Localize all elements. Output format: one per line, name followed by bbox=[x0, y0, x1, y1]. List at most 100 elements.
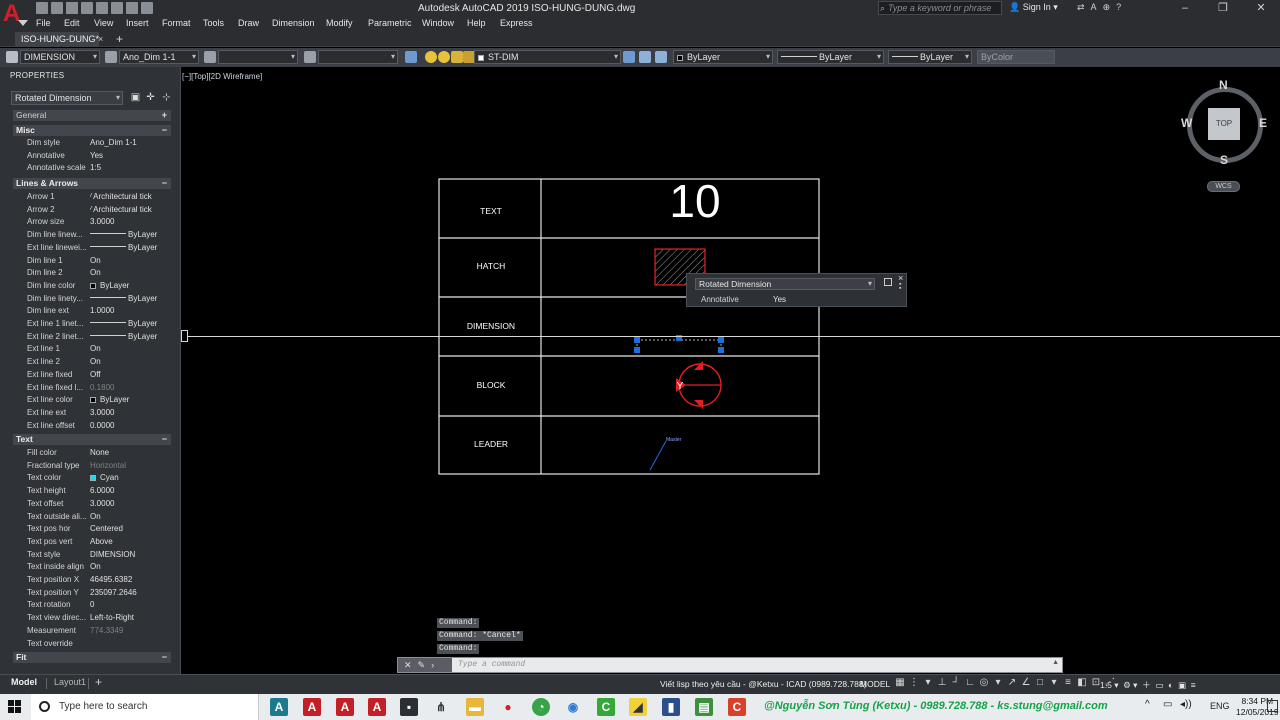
layer-state-icon[interactable] bbox=[655, 51, 667, 63]
property-value[interactable]: 3.0000 bbox=[90, 407, 174, 419]
property-row[interactable]: Dim style Ano_Dim 1-1 bbox=[27, 137, 173, 149]
property-row[interactable]: Text position Y 235097.2646 bbox=[27, 587, 173, 599]
table-style-select[interactable]: ▾ bbox=[218, 50, 298, 64]
property-row[interactable]: Ext line offset 0.0000 bbox=[27, 420, 173, 432]
dropdown-icon[interactable]: ▾ bbox=[1048, 676, 1060, 689]
app-autocad-lt-icon[interactable]: A bbox=[270, 698, 288, 716]
property-row[interactable]: Ext line fixed l... 0.1800 bbox=[27, 382, 173, 394]
property-value[interactable]: 1:5 bbox=[90, 162, 174, 174]
dim-style-icon[interactable] bbox=[105, 51, 117, 63]
dropdown-icon[interactable]: ▾ bbox=[992, 676, 1004, 689]
compass-west[interactable]: W bbox=[1181, 116, 1192, 130]
property-value[interactable]: 0.1800 bbox=[90, 382, 174, 394]
expand-up-icon[interactable]: ▲ bbox=[1052, 659, 1059, 666]
close-icon[interactable]: ✕ bbox=[404, 660, 418, 670]
property-row[interactable]: Dim line linety... ByLayer bbox=[27, 293, 173, 305]
sign-in-button[interactable]: 👤 Sign In ▾ bbox=[1009, 2, 1058, 13]
file-tab-iso-hung-dung[interactable]: ISO-HUNG-DUNG* bbox=[15, 32, 99, 47]
exchange-icon[interactable]: ⇄ bbox=[1077, 2, 1091, 12]
app-icon[interactable]: C bbox=[728, 698, 746, 716]
color-select[interactable]: ByLayer ▾ bbox=[673, 50, 773, 64]
property-row[interactable]: Ext line ext 3.0000 bbox=[27, 407, 173, 419]
property-row[interactable]: Measurement 774.3349 bbox=[27, 625, 173, 637]
property-value[interactable]: On bbox=[90, 561, 174, 573]
section-text[interactable]: Text − bbox=[13, 434, 171, 445]
tab-layout1[interactable]: Layout1 bbox=[54, 677, 86, 687]
minimize-icon[interactable]: – bbox=[1166, 0, 1204, 17]
property-value[interactable]: Off bbox=[90, 369, 174, 381]
property-row[interactable]: Dim line linew... ByLayer bbox=[27, 229, 173, 241]
property-value[interactable]: On bbox=[90, 356, 174, 368]
object-type-select[interactable]: Rotated Dimension ▾ bbox=[11, 91, 123, 105]
model-space-button[interactable]: MODEL bbox=[860, 679, 890, 689]
property-value[interactable]: 0.0000 bbox=[90, 420, 174, 432]
chrome-icon[interactable]: ◉ bbox=[564, 698, 582, 716]
property-value[interactable]: ByLayer bbox=[90, 242, 174, 254]
taskbar-search-box[interactable]: Type here to search 🎙 bbox=[31, 694, 287, 720]
app-icon[interactable]: ▮ bbox=[662, 698, 680, 716]
property-value[interactable]: ByLayer bbox=[90, 280, 174, 292]
property-value[interactable]: 46495.6382 bbox=[90, 574, 174, 586]
property-value[interactable]: DIMENSION bbox=[90, 549, 174, 561]
property-row[interactable]: Ext line 1 linet... ByLayer bbox=[27, 318, 173, 330]
grip-handle[interactable] bbox=[634, 337, 640, 343]
property-value[interactable]: On bbox=[90, 511, 174, 523]
windows-start-icon[interactable] bbox=[8, 700, 22, 714]
layer-properties-icon[interactable] bbox=[405, 51, 417, 63]
property-row[interactable]: Ext line color ByLayer bbox=[27, 394, 173, 406]
app-icon[interactable]: ⋔ bbox=[432, 698, 450, 716]
menu-edit[interactable]: Edit bbox=[64, 17, 80, 29]
property-value[interactable]: 1.0000 bbox=[90, 305, 174, 317]
undo-icon[interactable] bbox=[111, 2, 123, 14]
property-row[interactable]: Ext line 2 On bbox=[27, 356, 173, 368]
property-value[interactable]: None bbox=[90, 447, 174, 459]
select-objects-icon[interactable]: ✛ bbox=[145, 92, 156, 103]
tab-model[interactable]: Model bbox=[11, 677, 37, 687]
recent-commands-icon[interactable]: › bbox=[431, 660, 440, 670]
section-fit[interactable]: Fit − bbox=[13, 652, 171, 663]
menu-help[interactable]: Help bbox=[467, 17, 486, 29]
property-row[interactable]: Text color Cyan bbox=[27, 472, 173, 484]
menu-parametric[interactable]: Parametric bbox=[368, 17, 412, 29]
app-icon[interactable]: ▤ bbox=[695, 698, 713, 716]
dim-style-select[interactable]: Ano_Dim 1-1 ▾ bbox=[119, 50, 199, 64]
property-row[interactable]: Arrow 1 ⁄ Architectural tick bbox=[27, 191, 173, 203]
app-icon[interactable]: ◔ bbox=[532, 698, 550, 716]
help-search-input[interactable]: ⌕ Type a keyword or phrase bbox=[878, 1, 1002, 15]
table-style-icon[interactable] bbox=[204, 51, 216, 63]
grid-icon[interactable]: ▦ bbox=[894, 676, 906, 689]
menu-insert[interactable]: Insert bbox=[126, 17, 149, 29]
property-value[interactable]: Centered bbox=[90, 523, 174, 535]
layer-previous-icon[interactable] bbox=[639, 51, 651, 63]
property-row[interactable]: Annotative Yes bbox=[27, 150, 173, 162]
property-row[interactable]: Text style DIMENSION bbox=[27, 549, 173, 561]
compass-east[interactable]: E bbox=[1259, 116, 1267, 130]
snap-icon[interactable]: ⋮ bbox=[908, 676, 920, 689]
sticky-notes-icon[interactable]: ◢ bbox=[629, 698, 647, 716]
lineweight-select[interactable]: ByLayer ▾ bbox=[888, 50, 972, 64]
property-row[interactable]: Dim line 2 On bbox=[27, 267, 173, 279]
property-value[interactable]: 235097.2646 bbox=[90, 587, 174, 599]
property-value[interactable]: On bbox=[90, 255, 174, 267]
property-value[interactable]: Ano_Dim 1-1 bbox=[90, 137, 174, 149]
save-icon[interactable] bbox=[66, 2, 78, 14]
property-value[interactable]: Horizontal bbox=[90, 460, 174, 472]
app-icon[interactable]: C bbox=[597, 698, 615, 716]
property-row[interactable]: Fill color None bbox=[27, 447, 173, 459]
text-sample[interactable]: 10 bbox=[669, 175, 720, 227]
command-input[interactable]: Type a command bbox=[458, 660, 525, 669]
quick-properties-value[interactable]: Yes bbox=[773, 295, 786, 304]
add-layout-button[interactable]: + bbox=[95, 675, 102, 689]
drawing-canvas[interactable]: TEXT HATCH DIMENSION BLOCK LEADER 10 Y M… bbox=[0, 0, 1280, 720]
property-row[interactable]: Text override bbox=[27, 638, 173, 650]
isodraft-icon[interactable]: ↗ bbox=[1006, 676, 1018, 689]
app-autocad-icon[interactable]: A bbox=[368, 698, 386, 716]
transparency-icon[interactable]: ◧ bbox=[1076, 676, 1088, 689]
property-value[interactable]: On bbox=[90, 343, 174, 355]
property-value[interactable]: ⁄ Architectural tick bbox=[90, 191, 174, 203]
application-menu-button[interactable]: A bbox=[0, 0, 30, 30]
lineweight-icon[interactable]: ≡ bbox=[1062, 676, 1074, 689]
customize-icon[interactable]: ✎ bbox=[418, 660, 432, 670]
new-file-icon[interactable] bbox=[36, 2, 48, 14]
block-circle[interactable] bbox=[678, 363, 722, 407]
